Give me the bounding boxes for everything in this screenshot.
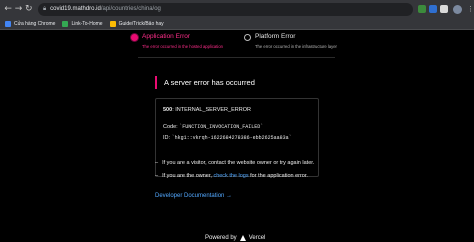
check-logs-link[interactable]: check the logs	[213, 173, 248, 179]
bookmark-item[interactable]: Cửa hàng Chrome	[5, 20, 56, 27]
dash-icon: –	[155, 160, 159, 166]
bookmark-label: Guide/Trick/Bảo hay	[118, 20, 164, 27]
error-code-name: : INTERNAL_SERVER_ERROR	[172, 107, 251, 113]
lock-icon: 🔒︎	[42, 5, 47, 12]
bookmark-label: Link-To-Home	[71, 20, 103, 27]
tab-description: The error occurred in the infrastructure…	[255, 44, 337, 49]
url-path: /api/countries/china/og	[100, 6, 161, 12]
bookmark-favicon-icon	[62, 20, 69, 27]
kebab-menu-icon[interactable]: ⋮	[467, 5, 474, 13]
visitor-help-text: If you are a visitor, contact the websit…	[162, 160, 315, 166]
tab-title: Platform Error	[255, 33, 296, 40]
error-code-number: 500	[163, 107, 173, 113]
bookmark-item[interactable]: Guide/Trick/Bảo hay	[109, 20, 164, 27]
vercel-brand[interactable]: Vercel	[249, 235, 266, 241]
bookmark-item[interactable]: Link-To-Home	[62, 20, 103, 27]
vercel-logo-icon	[239, 235, 246, 241]
error-id-line: ID: `hkg1::vkrqh-1622684278386-ebb2625aa…	[163, 135, 292, 141]
forward-arrow-icon[interactable]: →	[13, 2, 23, 16]
bookmark-label: Cửa hàng Chrome	[14, 20, 56, 27]
radio-unselected-icon	[244, 34, 251, 41]
owner-help-prefix: If you are the owner,	[162, 173, 212, 179]
id-label: ID:	[163, 135, 171, 141]
bookmark-favicon-icon	[109, 20, 116, 27]
visitor-help-item: – If you are a visitor, contact the websi…	[155, 160, 314, 166]
extensions-area: ⋮	[418, 4, 474, 14]
extension-icon[interactable]	[418, 5, 427, 13]
extension-icon[interactable]	[440, 5, 449, 13]
address-bar[interactable]: 🔒︎ covid19.mathdro.id/api/countries/chin…	[37, 2, 414, 16]
tab-divider	[138, 57, 335, 58]
bookmark-favicon-icon	[5, 20, 11, 27]
id-value: `hkg1::vkrqh-1622684278386-ebb2625aa83a`	[171, 135, 292, 141]
url-host: covid19.mathdro.id	[50, 6, 101, 12]
reload-icon[interactable]: ↻	[24, 2, 34, 16]
error-code-line: 500: INTERNAL_SERVER_ERROR	[163, 107, 251, 113]
back-arrow-icon[interactable]: ←	[3, 2, 13, 16]
owner-help-item: – If you are the owner, check the logs fo…	[155, 173, 308, 179]
code-value: `FUNCTION_INVOCATION_FAILED`	[179, 124, 264, 130]
browser-toolbar: ← → ↻ 🔒︎ covid19.mathdro.id/api/countrie…	[0, 0, 474, 18]
error-function-line: Code: `FUNCTION_INVOCATION_FAILED`	[163, 124, 263, 130]
tab-description: The error occurred in the hosted applica…	[142, 44, 224, 49]
extension-icon[interactable]	[429, 5, 438, 13]
radio-selected-icon	[131, 34, 138, 41]
powered-by-label: Powered by	[205, 235, 237, 241]
developer-documentation-link[interactable]: Developer Documentation →	[155, 193, 232, 199]
bookmarks-bar: Cửa hàng Chrome Link-To-Home Guide/Trick…	[0, 18, 474, 30]
profile-avatar[interactable]	[453, 4, 463, 14]
owner-help-suffix: for the application error.	[250, 173, 308, 179]
error-heading: A server error has occurred	[155, 76, 255, 89]
dash-icon: –	[155, 173, 159, 179]
page-content: Application Error The error occurred in …	[0, 30, 474, 242]
footer: Powered by Vercel	[205, 235, 265, 241]
code-label: Code:	[163, 124, 178, 130]
tab-title: Application Error	[142, 33, 191, 40]
